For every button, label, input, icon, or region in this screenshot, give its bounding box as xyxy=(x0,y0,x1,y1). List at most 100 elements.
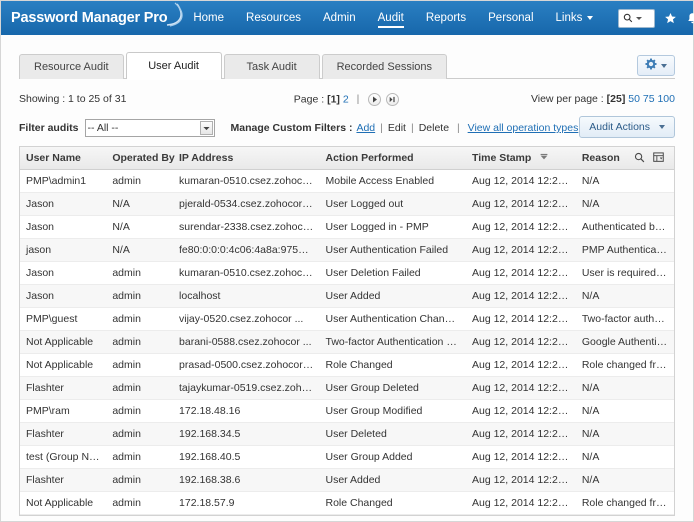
audit-actions-label: Audit Actions xyxy=(589,121,650,133)
column-header-reason[interactable]: Reason xyxy=(576,147,674,169)
nav-item-resources[interactable]: Resources xyxy=(235,1,312,35)
table-row[interactable]: Flashteradmin192.168.38.6User AddedAug 1… xyxy=(20,468,674,491)
export-icon[interactable] xyxy=(653,152,664,163)
nav-item-label: Admin xyxy=(323,12,356,24)
table-row[interactable]: Not Applicableadminprasad-0500.csez.zoho… xyxy=(20,353,674,376)
cell-action-performed: User Group Modified xyxy=(320,399,466,422)
view-all-operation-types-link[interactable]: View all operation types xyxy=(468,122,579,134)
cell-reason: Two-factor authentica... xyxy=(576,307,674,330)
cell-time-stamp: Aug 12, 2014 12:25 PM xyxy=(466,353,576,376)
view-per-page-option-75[interactable]: 75 xyxy=(643,93,655,105)
custom-filter-add-link[interactable]: Add xyxy=(356,122,375,134)
sort-descending-icon[interactable] xyxy=(540,152,548,164)
filter-audits-select[interactable]: -- All -- xyxy=(85,119,215,137)
page-current[interactable]: [1] xyxy=(327,93,340,105)
view-per-page-value: 25 xyxy=(610,93,622,105)
star-icon[interactable] xyxy=(664,12,677,25)
table-row[interactable]: jasonN/Afe80:0:0:0:4c06:4a8a:9759 ...Use… xyxy=(20,238,674,261)
custom-filter-delete-link[interactable]: Delete xyxy=(419,122,449,134)
cell-ip-address: 192.168.38.6 xyxy=(173,468,319,491)
cell-ip-address: 192.168.34.5 xyxy=(173,422,319,445)
audit-table-head: User Name Operated By IP Address Action … xyxy=(20,147,674,169)
pagination-controls: Page : [1] 2 | xyxy=(219,93,475,106)
cell-user-name: Flashter xyxy=(20,468,106,491)
cell-user-name: PMP\admin1 xyxy=(20,169,106,192)
cell-operated-by: N/A xyxy=(106,238,173,261)
search-scope-chevron-icon[interactable] xyxy=(636,17,642,20)
column-header-operated-by[interactable]: Operated By xyxy=(106,147,173,169)
settings-gear-button[interactable] xyxy=(637,55,675,76)
tab-label: User Audit xyxy=(148,60,199,72)
table-row[interactable]: JasonN/Apjerald-0534.csez.zohocor ...Use… xyxy=(20,192,674,215)
cell-user-name: Jason xyxy=(20,261,106,284)
tab-user-audit[interactable]: User Audit xyxy=(126,52,222,79)
cell-user-name: Jason xyxy=(20,215,106,238)
table-row[interactable]: PMP\guestadminvijay-0520.csez.zohocor ..… xyxy=(20,307,674,330)
cell-operated-by: N/A xyxy=(106,192,173,215)
view-per-page: View per page : [25] 50 75 100 xyxy=(475,93,675,105)
search-icon[interactable] xyxy=(634,152,645,163)
page-number: 1 xyxy=(331,93,337,105)
nav-item-links[interactable]: Links xyxy=(545,1,605,35)
separator: | xyxy=(454,122,463,134)
nav-item-home[interactable]: Home xyxy=(182,1,235,35)
table-row[interactable]: PMP\admin1adminkumaran-0510.csez.zohocor… xyxy=(20,169,674,192)
cell-operated-by: admin xyxy=(106,468,173,491)
app-logo-text: Password Manager Pro xyxy=(11,10,167,26)
filter-audits-value: -- All -- xyxy=(88,122,119,134)
cell-operated-by: admin xyxy=(106,261,173,284)
chevron-down-icon xyxy=(200,121,213,135)
column-header-user-name[interactable]: User Name xyxy=(20,147,106,169)
column-header-time-stamp[interactable]: Time Stamp xyxy=(466,147,576,169)
cell-reason: N/A xyxy=(576,376,674,399)
page-link-2[interactable]: 2 xyxy=(343,93,349,105)
filter-audits-label: Filter audits xyxy=(19,122,79,134)
cell-reason: N/A xyxy=(576,445,674,468)
column-header-action-performed[interactable]: Action Performed xyxy=(320,147,466,169)
search-input[interactable] xyxy=(646,11,650,25)
nav-item-personal[interactable]: Personal xyxy=(477,1,544,35)
app-logo[interactable]: Password Manager Pro xyxy=(1,1,178,35)
nav-icon-group: 1 xyxy=(664,12,694,25)
cell-reason: User is required to a... xyxy=(576,261,674,284)
table-row[interactable]: Flashteradmin192.168.34.5User DeletedAug… xyxy=(20,422,674,445)
custom-filter-edit-link[interactable]: Edit xyxy=(388,122,406,134)
global-search-box[interactable] xyxy=(618,9,655,28)
gear-icon xyxy=(645,57,657,75)
bell-icon[interactable]: 1 xyxy=(686,12,694,25)
table-row[interactable]: test (Group Name)admin192.168.40.5User G… xyxy=(20,445,674,468)
nav-item-label: Audit xyxy=(378,12,404,24)
nav-item-admin[interactable]: Admin xyxy=(312,1,367,35)
table-row[interactable]: JasonadminlocalhostUser AddedAug 12, 201… xyxy=(20,284,674,307)
tab-resource-audit[interactable]: Resource Audit xyxy=(19,54,124,79)
table-row[interactable]: Jasonadminkumaran-0510.csez.zohocor ... U… xyxy=(20,261,674,284)
table-row[interactable]: Flashteradmintajaykumar-0519.csez.zohoco… xyxy=(20,376,674,399)
last-page-button[interactable] xyxy=(386,93,399,106)
column-label: User Name xyxy=(26,152,81,164)
cell-ip-address: kumaran-0510.csez.zohocor ... xyxy=(173,261,319,284)
chevron-down-icon xyxy=(661,64,667,68)
table-row[interactable]: PMP\ramadmin172.18.48.16User Group Modif… xyxy=(20,399,674,422)
search-icon xyxy=(623,13,633,23)
table-row[interactable]: Not Applicableadmin172.18.57.9Role Chang… xyxy=(20,491,674,514)
cell-time-stamp: Aug 12, 2014 12:27 PM xyxy=(466,284,576,307)
view-per-page-option-100[interactable]: 100 xyxy=(657,93,675,105)
separator: | xyxy=(380,122,383,134)
separator: | xyxy=(411,122,414,134)
next-page-button[interactable] xyxy=(368,93,381,106)
table-row[interactable]: JasonN/Asurendar-2338.csez.zohoco ...Use… xyxy=(20,215,674,238)
nav-item-audit[interactable]: Audit xyxy=(367,1,415,35)
tab-task-audit[interactable]: Task Audit xyxy=(224,54,320,79)
cell-ip-address: kumaran-0510.csez.zohocor ... xyxy=(173,169,319,192)
view-per-page-option-50[interactable]: 50 xyxy=(628,93,640,105)
nav-item-reports[interactable]: Reports xyxy=(415,1,477,35)
tab-recorded-sessions[interactable]: Recorded Sessions xyxy=(322,54,447,79)
table-row[interactable]: Not Applicableadminbarani-0588.csez.zoho… xyxy=(20,330,674,353)
column-header-ip-address[interactable]: IP Address xyxy=(173,147,319,169)
view-per-page-selected[interactable]: [25] xyxy=(607,93,626,105)
cell-time-stamp: Aug 12, 2014 12:28 PM xyxy=(466,238,576,261)
audit-actions-button[interactable]: Audit Actions xyxy=(579,116,675,138)
cell-action-performed: Role Changed xyxy=(320,491,466,514)
cell-action-performed: User Group Added xyxy=(320,445,466,468)
cell-user-name: Jason xyxy=(20,192,106,215)
